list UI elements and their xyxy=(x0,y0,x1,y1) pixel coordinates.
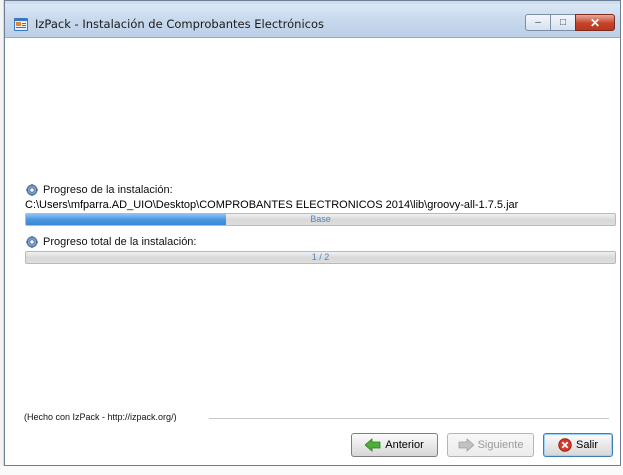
quit-button[interactable]: Salir xyxy=(543,433,613,457)
gear-icon xyxy=(26,184,38,196)
minimize-icon: – xyxy=(535,16,541,28)
pack-progress-label: Progreso de la instalación: xyxy=(43,184,173,196)
overall-progress-label: Progreso total de la instalación: xyxy=(43,236,197,248)
desktop-background-bottom xyxy=(0,466,623,475)
overall-progress-text: 1 / 2 xyxy=(311,252,330,262)
close-circle-icon xyxy=(558,438,572,452)
minimize-button[interactable]: – xyxy=(525,14,551,31)
close-icon: ✕ xyxy=(589,15,601,30)
arrow-left-icon xyxy=(365,438,381,452)
title-bar-top-strip xyxy=(5,1,620,4)
quit-button-label: Salir xyxy=(575,439,598,451)
close-button[interactable]: ✕ xyxy=(575,14,615,31)
back-button[interactable]: Anterior xyxy=(351,433,438,457)
pack-progress-text: Base xyxy=(310,214,331,224)
overall-progress-bar: 1 / 2 xyxy=(25,251,616,264)
arrow-right-icon xyxy=(458,438,474,452)
pack-progress-heading: Progreso de la instalación: xyxy=(26,184,173,196)
installer-window: IzPack - Instalación de Comprobantes Ele… xyxy=(4,0,621,466)
made-with-izpack-label: (Hecho con IzPack - http://izpack.org/) xyxy=(24,412,177,422)
izpack-app-icon xyxy=(14,18,28,31)
next-button-label: Siguiente xyxy=(477,439,524,451)
maximize-icon: □ xyxy=(559,16,567,28)
gear-icon xyxy=(26,236,38,248)
window-title: IzPack - Instalación de Comprobantes Ele… xyxy=(35,17,324,31)
pack-progress-bar: Base xyxy=(25,213,616,226)
footer-separator xyxy=(209,418,609,419)
next-button[interactable]: Siguiente xyxy=(447,433,534,457)
overall-progress-heading: Progreso total de la instalación: xyxy=(26,236,196,248)
maximize-button[interactable]: □ xyxy=(550,14,576,31)
install-panel: Progreso de la instalación: C:\Users\mfp… xyxy=(6,38,619,464)
title-bar[interactable]: IzPack - Instalación de Comprobantes Ele… xyxy=(5,1,620,38)
back-button-label: Anterior xyxy=(385,439,424,451)
window-controls: – □ ✕ xyxy=(525,14,615,32)
current-file-path: C:\Users\mfparra.AD_UIO\Desktop\COMPROBA… xyxy=(25,199,519,211)
